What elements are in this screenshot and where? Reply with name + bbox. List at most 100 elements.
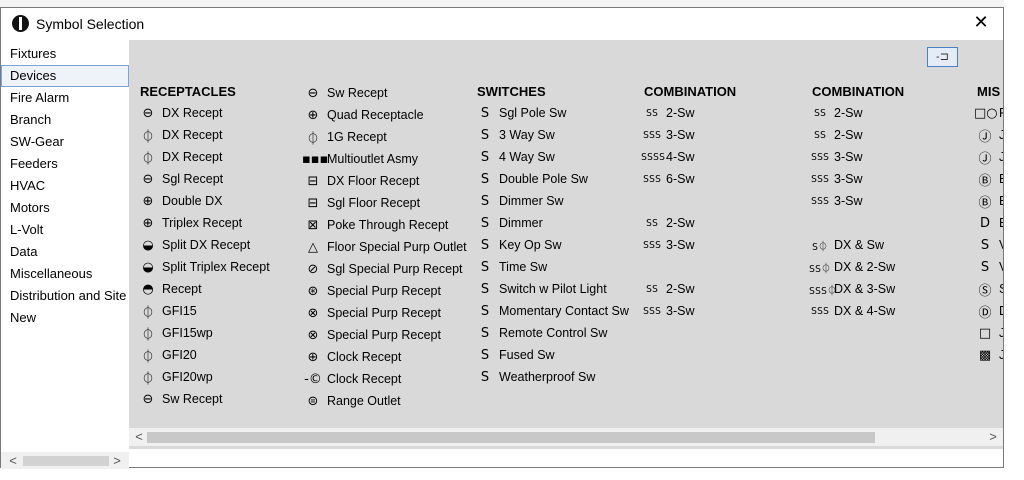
symbol-item[interactable]: ⏀ GFI20wp [137,366,270,388]
symbol-item[interactable]: SSSS 4-Sw [641,146,736,168]
category-item[interactable]: Fixtures [1,43,129,65]
symbol-label: Clock Recept [327,350,402,364]
symbol-item[interactable]: ⏀ DX Recept [137,124,270,146]
category-item[interactable]: Devices [1,65,129,87]
symbol-item[interactable]: Ⓙ J [974,146,1003,168]
symbol-item[interactable]: SS 2-Sw [809,124,904,146]
category-item[interactable]: New [1,307,129,329]
symbol-item[interactable]: ⒷE [974,168,1003,190]
symbol-item[interactable]: □ J [974,322,1003,344]
symbol-item[interactable]: SS 2-Sw [641,212,736,234]
symbol-item[interactable]: ⊗ Special Purp Recept [302,324,467,346]
category-item[interactable]: Miscellaneous [1,263,129,285]
sidebar-scrollbar[interactable]: < > [1,452,129,469]
category-item[interactable]: Branch [1,109,129,131]
symbol-item[interactable]: S Time Sw [474,256,629,278]
close-icon[interactable]: ✕ [969,12,993,33]
symbol-item[interactable]: SSS 3-Sw [641,234,736,256]
sidebar-scroll-right-icon[interactable]: > [109,453,125,468]
symbol-item[interactable]: ⏀ GFI15 [137,300,270,322]
symbol-item[interactable]: S Dimmer [474,212,629,234]
symbol-item[interactable]: ⊖ Sw Recept [302,82,467,104]
symbol-item[interactable]: ⓈS [974,278,1003,300]
symbol-item[interactable]: Ⓙ J [974,124,1003,146]
symbol-item[interactable]: ⊖ DX Recept [137,102,270,124]
symbol-item[interactable]: SSS 3-Sw [809,168,904,190]
symbol-item[interactable]: ▩ J [974,344,1003,366]
symbol-item[interactable]: ⊕ Double DX [137,190,270,212]
symbol-item[interactable]: SS 2-Sw [641,102,736,124]
symbol-glyph-icon: ⊖ [142,171,154,187]
symbol-item[interactable]: SSS 3-Sw [809,190,904,212]
symbol-item[interactable]: SSS 3-Sw [809,146,904,168]
category-item[interactable]: L-Volt [1,219,129,241]
symbol-item[interactable]: SS⏀ DX & 2-Sw [809,256,904,278]
symbol-item[interactable]: ⊟ DX Floor Recept [302,170,467,192]
category-item[interactable]: Feeders [1,153,129,175]
column-title: RECEPTACLES [140,84,236,99]
symbol-item[interactable]: SV [974,234,1003,256]
symbol-item[interactable]: SV [974,256,1003,278]
symbol-item[interactable]: ⏀ GFI20 [137,344,270,366]
symbol-item[interactable]: ⏀ 1G Recept [302,126,467,148]
symbol-item[interactable]: ⒹD [974,300,1003,322]
symbol-item[interactable]: SS 2-Sw [809,102,904,124]
symbol-item[interactable]: ◒ Split Triplex Recept [137,256,269,278]
symbol-item[interactable]: S 3 Way Sw [474,124,629,146]
symbol-item[interactable]: SSS 6-Sw [641,168,736,190]
symbol-item[interactable]: ⊖ Sgl Recept [137,168,270,190]
symbol-item[interactable]: ◒ Split DX Recept [137,234,270,256]
symbol-item[interactable]: SSS DX & 4-Sw [809,300,904,322]
symbol-item[interactable]: ⊠ Poke Through Recept [302,214,467,236]
symbol-label: Multioutlet Asmy [327,152,419,166]
symbol-item[interactable]: ⒷE [974,190,1003,212]
category-item[interactable]: Data [1,241,129,263]
symbol-label: V [999,260,1003,274]
scroll-left-icon[interactable]: < [131,429,147,444]
scroll-right-icon[interactable]: > [985,429,1001,444]
symbol-item[interactable]: ⊖ Sw Recept [137,388,270,410]
symbol-item[interactable]: S Momentary Contact Sw [474,300,629,322]
symbol-item[interactable]: SS 2-Sw [641,278,736,300]
symbol-item[interactable]: □○ F [974,102,1003,124]
symbol-item[interactable]: S Key Op Sw [474,234,629,256]
symbol-item[interactable]: ⏀ DX Recept [137,146,270,168]
symbol-item[interactable]: S Weatherproof Sw [474,366,629,388]
symbol-item[interactable]: ⊜ Range Outlet [302,390,467,412]
pin-button[interactable]: -⊐ [927,47,958,67]
symbol-item[interactable]: ⊛ Special Purp Recept [302,280,467,302]
symbol-item[interactable]: S⏀ DX & Sw [809,234,904,256]
symbol-item[interactable]: ⊟ Sgl Floor Recept [302,192,467,214]
sidebar-scroll-left-icon[interactable]: < [5,453,21,468]
symbol-item[interactable]: S Double Pole Sw [474,168,629,190]
symbol-item[interactable]: DE [974,212,1003,234]
category-item[interactable]: Motors [1,197,129,219]
column-title: COMBINATION [644,84,737,99]
category-item[interactable]: Distribution and Site [1,285,129,307]
symbol-item[interactable]: S Switch w Pilot Light [474,278,629,300]
scroll-thumb[interactable] [147,432,875,443]
symbol-item[interactable]: ▪▪▪ Multioutlet Asmy [302,148,467,170]
symbol-item[interactable]: △ Floor Special Purp Outlet [302,236,467,258]
category-item[interactable]: Fire Alarm [1,87,129,109]
symbol-item[interactable]: SSS 3-Sw [641,300,736,322]
symbol-item[interactable]: -© Clock Recept [302,368,467,390]
symbol-item[interactable]: ⊕ Clock Recept [302,346,467,368]
symbol-item[interactable]: S Dimmer Sw [474,190,629,212]
symbol-item[interactable]: ⊕ Quad Receptacle [302,104,467,126]
symbol-item[interactable]: SSS⏀ DX & 3-Sw [809,278,904,300]
symbol-item[interactable]: S Sgl Pole Sw [474,102,629,124]
category-item[interactable]: SW-Gear [1,131,129,153]
symbol-item[interactable]: SSS 3-Sw [641,124,736,146]
category-item[interactable]: HVAC [1,175,129,197]
symbol-item[interactable]: S Remote Control Sw [474,322,629,344]
symbol-item[interactable]: ⊕ Triplex Recept [137,212,270,234]
symbol-item[interactable]: ⏀ GFI15wp [137,322,270,344]
symbol-item[interactable]: S Fused Sw [474,344,629,366]
sidebar-scroll-thumb[interactable] [23,456,109,466]
horizontal-scrollbar[interactable]: < > [129,428,1003,446]
symbol-item[interactable]: ⊘ Sgl Special Purp Recept [302,258,467,280]
symbol-item[interactable]: S 4 Way Sw [474,146,629,168]
symbol-item[interactable]: ◓ Recept [137,278,270,300]
symbol-item[interactable]: ⊗ Special Purp Recept [302,302,467,324]
